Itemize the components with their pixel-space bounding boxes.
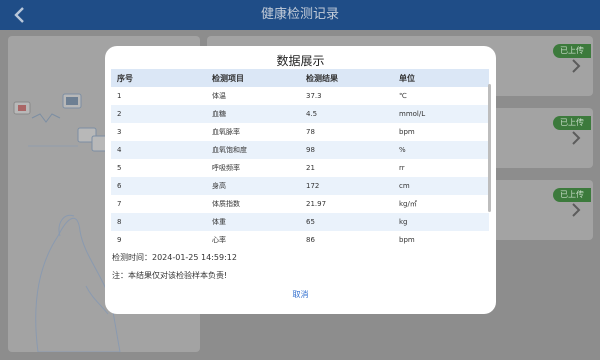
row-index: 3 [117,128,122,136]
row-result: 37.3 [306,92,322,100]
row-item: 体重 [212,218,226,226]
results-table: 序号 检测项目 检测结果 单位 1 体温 37.3 ℃ 2 血糖 4.5 mmo [111,69,489,249]
chevron-right-icon[interactable] [569,128,583,148]
table-header-row: 序号 检测项目 检测结果 单位 [111,69,489,87]
row-result: 21 [306,164,315,172]
page-title: 健康检测记录 [260,7,339,22]
row-index: 2 [117,110,122,118]
column-header-index: 序号 [117,73,133,83]
row-unit: kg/㎡ [399,200,417,208]
cancel-button[interactable]: 取消 [105,287,496,303]
data-display-dialog: 数据展示 序号 检测项目 检测结果 单位 1 体温 37.3 ℃ 2 血糖 4.… [105,46,496,314]
detection-time: 检测时间：2024-01-25 14:59:12 [112,253,237,262]
row-item: 体质指数 [212,200,240,208]
table-row: 4 血氧饱和度 98 % [111,141,489,159]
row-index: 6 [117,182,122,190]
row-result: 86 [306,236,315,244]
chevron-right-icon[interactable] [569,56,583,76]
row-item: 心率 [212,236,226,244]
row-item: 血氧脉率 [212,128,240,136]
row-item: 呼吸频率 [212,164,240,172]
dialog-title: 数据展示 [276,54,325,68]
results-table-container[interactable]: 序号 检测项目 检测结果 单位 1 体温 37.3 ℃ 2 血糖 4.5 mmo [111,69,494,269]
table-row: 2 血糖 4.5 mmol/L [111,105,489,123]
row-item: 血氧饱和度 [212,146,247,154]
top-bar: 健康检测记录 [0,0,600,30]
table-scrollbar[interactable] [488,84,491,212]
table-row: 6 身高 172 cm [111,177,489,195]
table-row: 9 心率 86 bpm [111,231,489,249]
row-result: 21.97 [306,200,327,208]
table-row: 8 体重 65 kg [111,213,489,231]
row-unit: rr [399,164,405,172]
row-item: 血糖 [212,110,226,118]
row-result: 98 [306,146,315,154]
row-index: 9 [117,236,122,244]
row-item: 身高 [212,182,226,190]
chevron-right-icon[interactable] [569,200,583,220]
row-result: 65 [306,218,315,226]
row-unit: bpm [399,128,415,136]
column-header-item: 检测项目 [212,73,244,83]
row-unit: kg [399,218,408,226]
row-unit: ℃ [399,92,407,100]
column-header-unit: 单位 [399,73,415,83]
row-result: 172 [306,182,320,190]
row-index: 7 [117,200,122,208]
row-item: 体温 [212,92,226,100]
table-row: 3 血氧脉率 78 bpm [111,123,489,141]
row-index: 5 [117,164,122,172]
row-unit: % [399,146,406,154]
row-unit: cm [399,182,410,190]
row-index: 8 [117,218,122,226]
column-header-result: 检测结果 [306,73,338,83]
row-index: 1 [117,92,122,100]
row-result: 78 [306,128,315,136]
row-unit: bpm [399,236,415,244]
disclaimer-note: 注：本结果仅对该检验样本负责! [112,271,228,280]
table-row: 7 体质指数 21.97 kg/㎡ [111,195,489,213]
row-unit: mmol/L [399,110,426,118]
row-index: 4 [117,146,122,154]
table-row: 1 体温 37.3 ℃ [111,87,489,105]
row-result: 4.5 [306,110,318,118]
table-row: 5 呼吸频率 21 rr [111,159,489,177]
